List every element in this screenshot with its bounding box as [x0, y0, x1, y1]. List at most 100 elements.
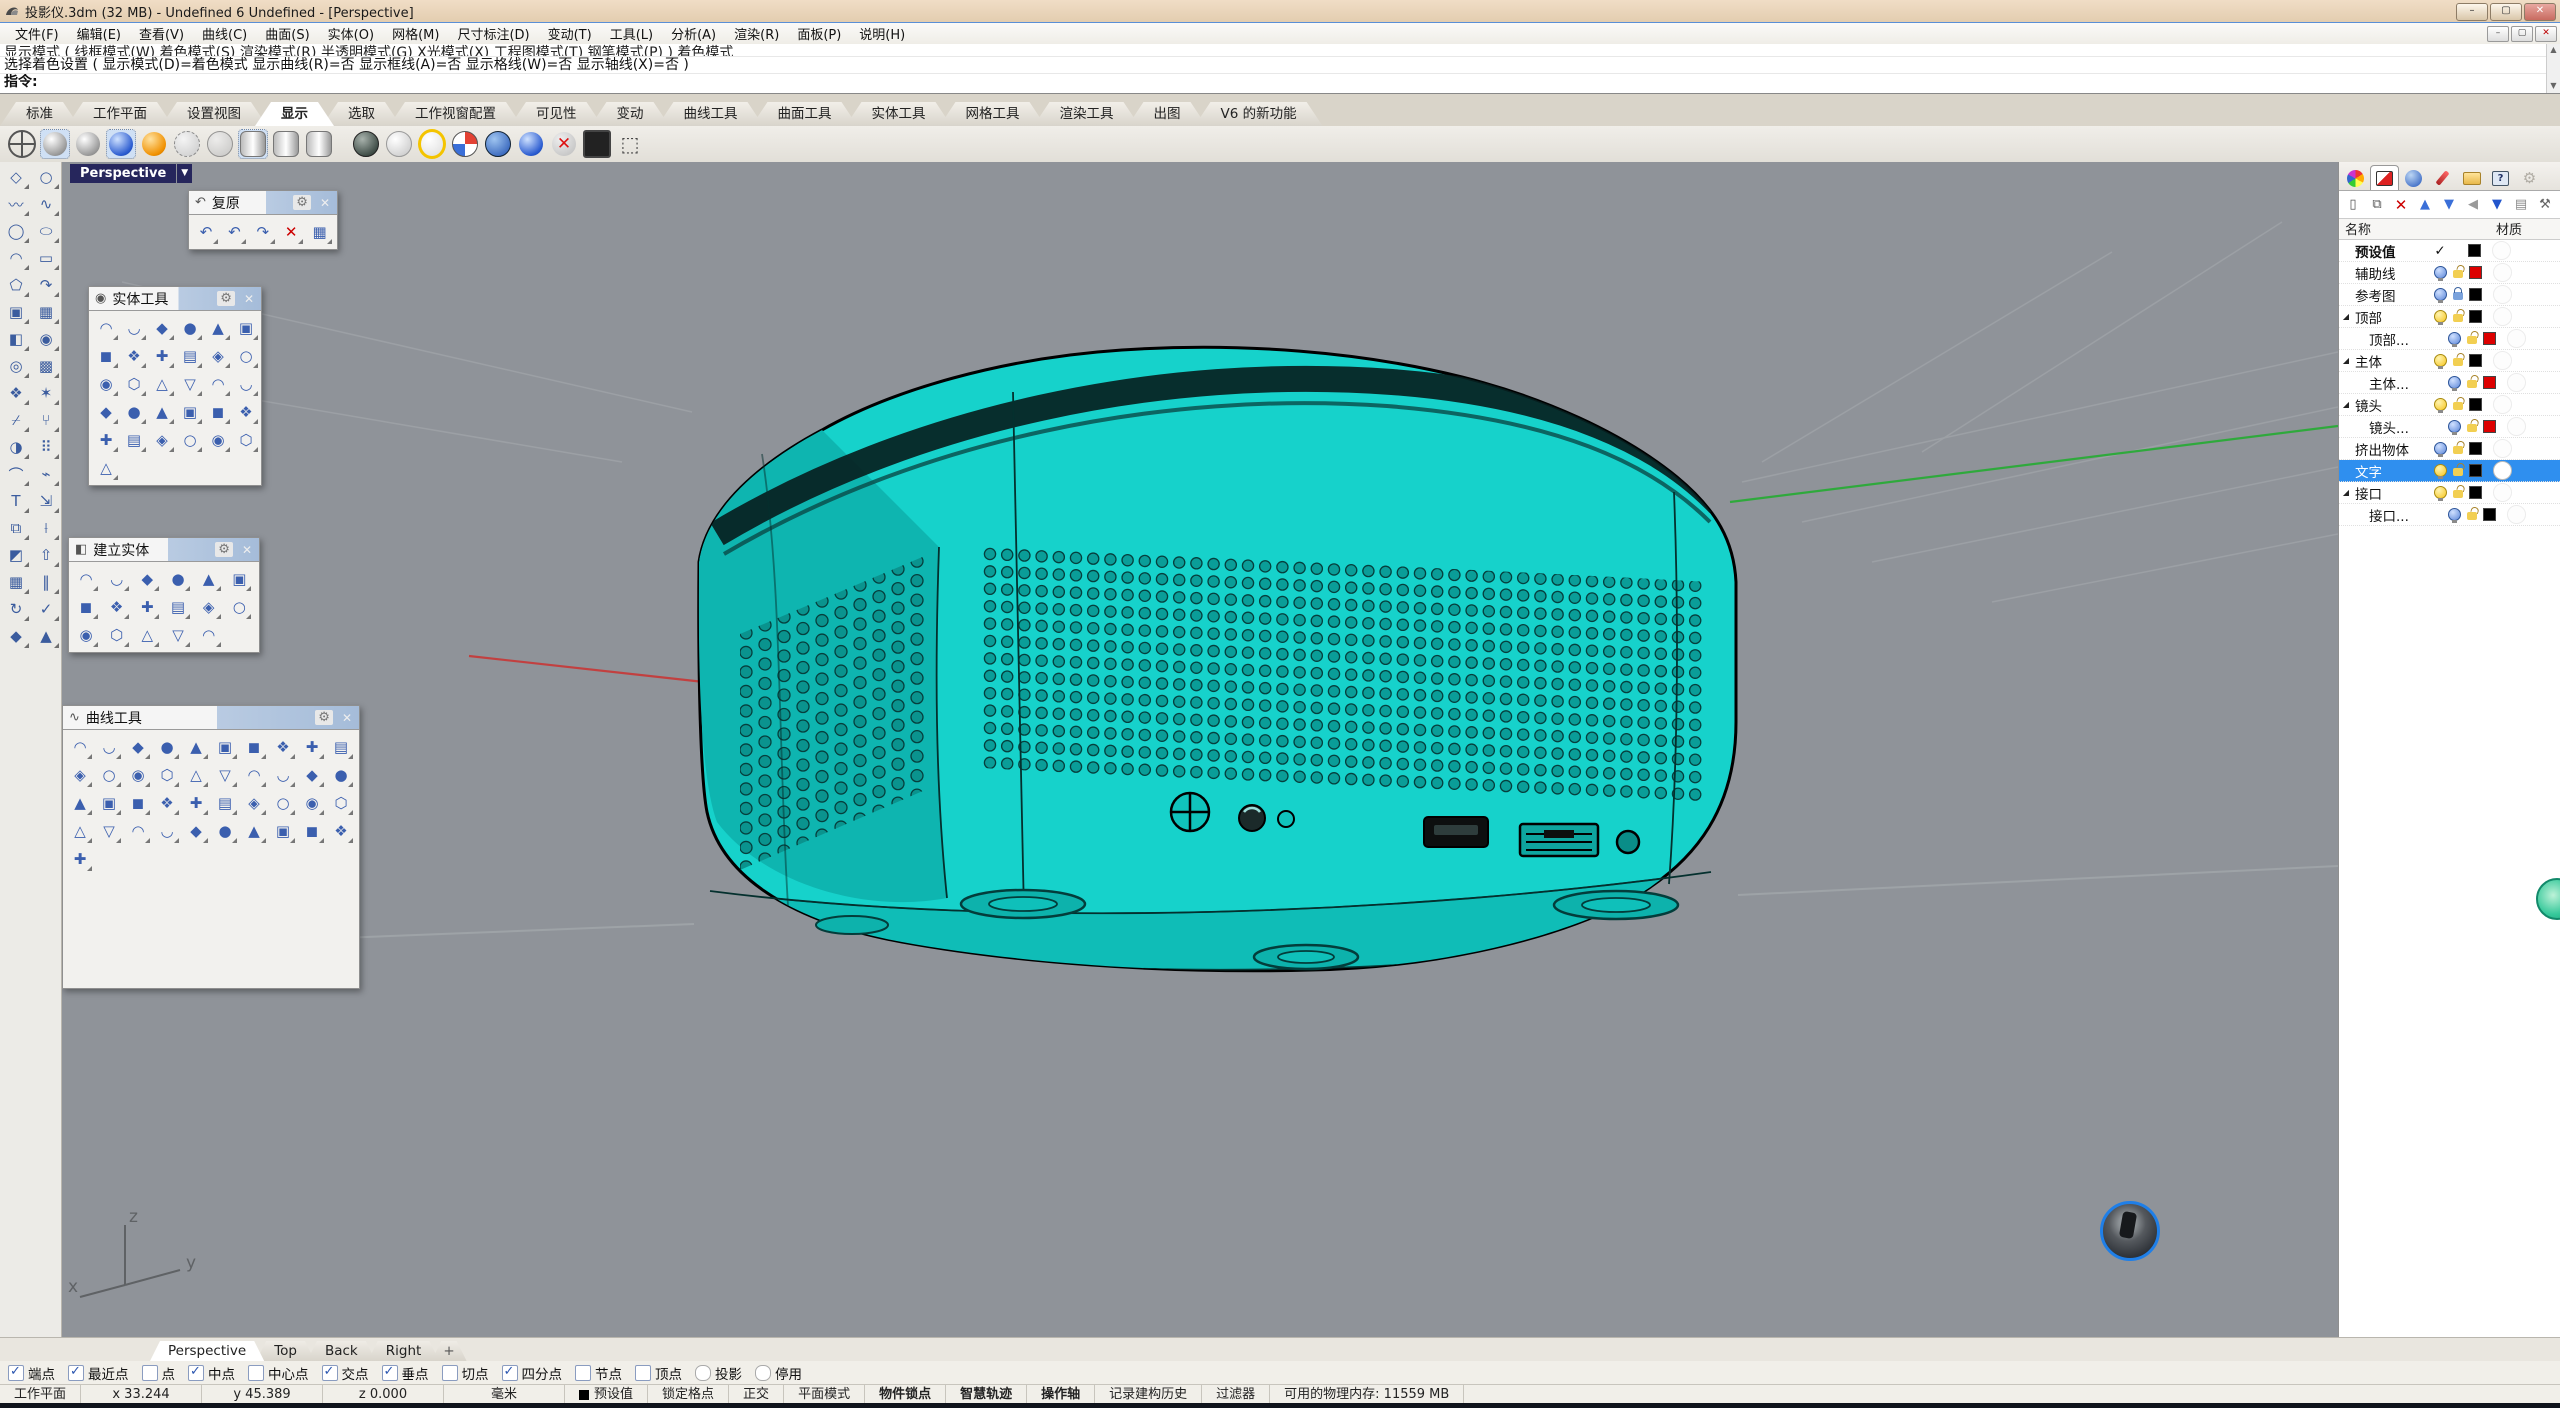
- panel-tab-gear-icon[interactable]: ⚙: [2515, 165, 2544, 190]
- trim-icon[interactable]: ⌿: [2, 407, 30, 433]
- menu-item-D[interactable]: 尺寸标注(D): [448, 22, 538, 45]
- osnap-四分点[interactable]: 四分点: [502, 1363, 563, 1383]
- layer-lock-icon[interactable]: [2453, 270, 2463, 278]
- cube-corner-icon[interactable]: ○: [233, 343, 259, 369]
- polyline-icon[interactable]: 〰: [2, 191, 30, 217]
- undo-object-icon[interactable]: ↶: [221, 219, 247, 245]
- extract-wireframe-icon[interactable]: ◠: [205, 371, 231, 397]
- explode-icon[interactable]: ✶: [32, 380, 60, 406]
- layer-visibility-bulb-icon[interactable]: [2434, 398, 2447, 411]
- layer-material-circle[interactable]: [2492, 241, 2511, 260]
- viewport-tab-Perspective[interactable]: Perspective: [150, 1341, 264, 1361]
- osnap-checkbox[interactable]: [442, 1365, 458, 1381]
- change-degree-icon[interactable]: ▣: [96, 790, 122, 816]
- polyline-points-icon[interactable]: ◼: [241, 734, 267, 760]
- remove-analysis-icon[interactable]: ✕: [550, 130, 578, 158]
- panel-tab-help-icon[interactable]: ?: [2486, 165, 2515, 190]
- panel-tab-folder-icon[interactable]: [2457, 165, 2486, 190]
- pipe-curve-icon[interactable]: ◉: [73, 622, 99, 648]
- truncated-cone-icon[interactable]: ❖: [104, 594, 130, 620]
- fillet-curve-icon[interactable]: ◠: [67, 734, 93, 760]
- menu-item-A[interactable]: 分析(A): [662, 22, 725, 45]
- expand-icon[interactable]: ◢: [2339, 400, 2353, 409]
- layer-visibility-bulb-icon[interactable]: [2434, 310, 2447, 323]
- simplify-curve-icon[interactable]: ○: [270, 790, 296, 816]
- silhouette-sphere-icon[interactable]: [418, 130, 446, 158]
- layer-row-接口[interactable]: 接口...: [2339, 504, 2560, 526]
- pull-curve-icon[interactable]: ○: [96, 762, 122, 788]
- curve-from-object-icon[interactable]: ↷: [32, 272, 60, 298]
- layer-visibility-bulb-icon[interactable]: [2434, 266, 2447, 279]
- status-智慧轨迹[interactable]: 智慧轨迹: [946, 1385, 1027, 1404]
- status-正交[interactable]: 正交: [729, 1385, 784, 1404]
- match-icon[interactable]: ▤: [2511, 195, 2531, 215]
- close-curve-icon[interactable]: ▤: [212, 790, 238, 816]
- revolve-hole-icon[interactable]: ◈: [149, 427, 175, 453]
- artistic-view-icon[interactable]: [305, 130, 333, 158]
- tab-实体工具[interactable]: 实体工具: [846, 102, 952, 126]
- child-close-button[interactable]: ✕: [2535, 26, 2557, 42]
- pipe-s-icon[interactable]: ⬡: [104, 622, 130, 648]
- layer-material-circle[interactable]: [2507, 417, 2526, 436]
- layer-row-参考图[interactable]: 参考图: [2339, 284, 2560, 306]
- tools-icon[interactable]: ⚒: [2535, 195, 2555, 215]
- symmetry-icon[interactable]: ◈: [241, 790, 267, 816]
- layer-lock-icon[interactable]: [2453, 490, 2463, 498]
- expand-icon[interactable]: ◢: [2339, 488, 2353, 497]
- layer-visibility-bulb-icon[interactable]: [2434, 464, 2447, 477]
- layer-material-circle[interactable]: [2493, 351, 2512, 370]
- pyramid-icon[interactable]: ✚: [134, 594, 160, 620]
- undo-palette-titlebar[interactable]: ↶ 复原 ⚙ ✕: [189, 191, 337, 215]
- paraboloid-icon[interactable]: ▣: [226, 566, 252, 592]
- edit-points-icon[interactable]: ❖: [154, 790, 180, 816]
- tab-出图[interactable]: 出图: [1128, 102, 1207, 126]
- osnap-checkbox[interactable]: [8, 1365, 24, 1381]
- layer-color-swatch[interactable]: [2469, 266, 2482, 279]
- layer-color-swatch[interactable]: [2483, 420, 2496, 433]
- panel-tab-pen-icon[interactable]: [2428, 165, 2457, 190]
- layer-color-swatch[interactable]: [2469, 398, 2482, 411]
- layer-color-swatch[interactable]: [2483, 376, 2496, 389]
- menu-item-R[interactable]: 渲染(R): [725, 22, 788, 45]
- move-edge-icon[interactable]: ●: [121, 399, 147, 425]
- wire-cut-icon[interactable]: ◼: [93, 343, 119, 369]
- status-锁定格点[interactable]: 锁定格点: [648, 1385, 729, 1404]
- status-平面模式[interactable]: 平面模式: [784, 1385, 865, 1404]
- layer-lock-icon[interactable]: [2467, 512, 2477, 520]
- osnap-checkbox[interactable]: [322, 1365, 338, 1381]
- curve-tree-icon[interactable]: ✚: [67, 846, 93, 872]
- smooth-curve-icon[interactable]: ▲: [241, 818, 267, 844]
- array-dots-icon[interactable]: ⠿: [32, 434, 60, 460]
- status-可用的物理内存:[interactable]: 可用的物理内存: 11559 MB: [1270, 1385, 1464, 1404]
- new-sublayer-icon[interactable]: ⧉: [2367, 195, 2387, 215]
- cage-edit-icon[interactable]: ▣: [233, 315, 259, 341]
- layer-visibility-bulb-icon[interactable]: [2434, 442, 2447, 455]
- layer-material-circle[interactable]: [2493, 285, 2512, 304]
- osnap-点[interactable]: 点: [142, 1363, 176, 1383]
- tab-标准[interactable]: 标准: [0, 102, 79, 126]
- tab-显示[interactable]: 显示: [255, 102, 334, 126]
- layer-color-swatch[interactable]: [2468, 244, 2481, 257]
- solid-tools-titlebar[interactable]: ◉ 实体工具 ⚙ ✕: [89, 287, 261, 311]
- place-hole-icon[interactable]: ❖: [233, 399, 259, 425]
- status-z[interactable]: z 0.000: [323, 1385, 444, 1404]
- menu-item-T[interactable]: 变动(T): [539, 22, 601, 45]
- tab-可见性[interactable]: 可见性: [510, 102, 603, 126]
- extrude-arrows-icon[interactable]: ⇧: [32, 542, 60, 568]
- text-icon[interactable]: T: [2, 488, 30, 514]
- layer-color-swatch[interactable]: [2469, 486, 2482, 499]
- menu-item-E[interactable]: 编辑(E): [68, 22, 130, 45]
- layer-visibility-bulb-icon[interactable]: [2448, 376, 2461, 389]
- projector-model[interactable]: [699, 347, 1736, 970]
- tab-网格工具[interactable]: 网格工具: [940, 102, 1046, 126]
- extract-isocurve-icon[interactable]: ◡: [270, 762, 296, 788]
- rotate-face-icon[interactable]: ▣: [177, 399, 203, 425]
- expand-icon[interactable]: ◢: [2339, 356, 2353, 365]
- intersect-curves-icon[interactable]: ▽: [212, 762, 238, 788]
- project-curve-icon[interactable]: ◈: [67, 762, 93, 788]
- osnap-垂点[interactable]: 垂点: [382, 1363, 429, 1383]
- layer-row-辅助线[interactable]: 辅助线: [2339, 262, 2560, 284]
- freeform-curve-icon[interactable]: ∿: [32, 191, 60, 217]
- layer-color-swatch[interactable]: [2483, 332, 2496, 345]
- camera-sphere-icon[interactable]: [484, 130, 512, 158]
